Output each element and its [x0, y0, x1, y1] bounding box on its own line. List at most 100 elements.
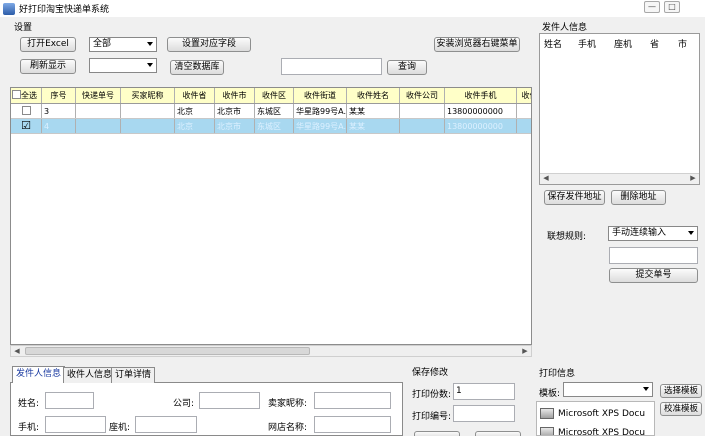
grid-cell[interactable]: 北京市 [215, 119, 255, 133]
print-copies-input[interactable]: 1 [453, 383, 515, 400]
sender-list[interactable]: 姓名 手机 座机 省 市 ◀ ▶ [539, 33, 700, 185]
header-cell[interactable]: 序号 [42, 88, 76, 103]
printer-list[interactable]: Microsoft XPS Docu Microsoft XPS Docu [536, 401, 655, 436]
grid-cell[interactable]: 东城区 [255, 119, 294, 133]
grid-cell[interactable]: 13800000000 [445, 104, 517, 118]
scroll-right-icon[interactable]: ▶ [687, 174, 699, 183]
grid-cell[interactable] [517, 119, 531, 133]
maximize-button[interactable]: □ [664, 1, 680, 13]
row-checkbox[interactable] [11, 104, 42, 118]
sender-col-name[interactable]: 姓名 [544, 37, 562, 50]
grid-cell[interactable]: 北京 [175, 104, 215, 118]
submit-number-button[interactable]: 提交单号 [609, 268, 698, 283]
header-cell[interactable]: 收件公司 [400, 88, 445, 103]
sender-name-label: 姓名: [18, 399, 40, 409]
grid-cell[interactable] [400, 104, 445, 118]
minimize-button[interactable]: — [644, 1, 660, 13]
checkbox-icon [21, 106, 31, 115]
printer-name: Microsoft XPS Docu [558, 408, 646, 419]
data-grid[interactable]: 全选 序号 快递单号 买家昵称 收件省 收件市 收件区 收件街道 收件姓名 收件… [10, 87, 532, 345]
grid-cell[interactable] [517, 104, 531, 118]
open-excel-button[interactable]: 打开Excel [20, 37, 76, 52]
grid-cell[interactable] [121, 119, 175, 133]
save-modify-button[interactable] [414, 431, 460, 436]
save-modify-title: 保存修改 [412, 368, 449, 378]
search-input[interactable] [281, 58, 382, 75]
grid-cell[interactable] [121, 104, 175, 118]
scroll-right-icon[interactable]: ▶ [519, 346, 531, 356]
install-menu-button[interactable]: 安装浏览器右键菜单 [434, 37, 520, 52]
grid-cell[interactable]: 3 [42, 104, 76, 118]
header-cell[interactable]: 收件区 [255, 88, 294, 103]
grid-cell[interactable]: 某某 [347, 104, 400, 118]
association-input[interactable] [609, 247, 698, 264]
scroll-thumb[interactable] [25, 347, 310, 355]
header-cell[interactable]: 收件手机 [445, 88, 517, 103]
sender-mobile-input[interactable] [45, 416, 106, 433]
header-cell[interactable]: 收件街道 [294, 88, 347, 103]
tab-order-detail[interactable]: 订单详情 [111, 367, 156, 383]
header-label: 全选 [21, 91, 37, 100]
sender-company-input[interactable] [199, 392, 260, 409]
seller-nick-input[interactable] [314, 392, 391, 409]
header-cell[interactable]: 收件姓名 [347, 88, 400, 103]
grid-cell[interactable] [76, 119, 121, 133]
sender-phone-input[interactable] [135, 416, 197, 433]
choose-template-button[interactable]: 选择模板 [660, 384, 702, 398]
printer-item[interactable]: Microsoft XPS Docu [540, 427, 645, 435]
chevron-down-icon [688, 231, 694, 235]
header-cell[interactable]: 收件省 [175, 88, 215, 103]
sender-col-phone[interactable]: 座机 [614, 37, 632, 50]
sender-col-mobile[interactable]: 手机 [578, 37, 596, 50]
header-select-all[interactable]: 全选 [11, 88, 42, 103]
refresh-button[interactable]: 刷新显示 [20, 59, 76, 74]
print-number-input[interactable] [453, 405, 515, 422]
calibrate-template-button[interactable]: 校准模板 [660, 402, 702, 416]
association-combo[interactable]: 手动连续输入 [608, 226, 698, 241]
grid-cell[interactable]: 4 [42, 119, 76, 133]
shop-name-label: 网店名称: [268, 423, 308, 433]
delete-sender-button[interactable]: 删除地址 [611, 190, 666, 205]
shop-name-input[interactable] [314, 416, 391, 433]
scroll-left-icon[interactable]: ◀ [11, 346, 23, 356]
grid-cell[interactable]: 北京 [175, 119, 215, 133]
grid-cell[interactable]: 华星路99号A... [294, 119, 347, 133]
grid-cell[interactable]: 某某 [347, 119, 400, 133]
print-button[interactable] [475, 431, 521, 436]
set-fields-button[interactable]: 设置对应字段 [167, 37, 251, 52]
grid-cell[interactable] [400, 119, 445, 133]
sender-name-input[interactable] [45, 392, 94, 409]
chevron-down-icon [147, 63, 153, 67]
association-value: 手动连续输入 [612, 228, 667, 238]
filter-combo[interactable]: 全部 [89, 37, 157, 52]
tab-sender-info[interactable]: 发件人信息 [12, 366, 66, 383]
printer-item[interactable]: Microsoft XPS Docu [540, 408, 645, 419]
grid-cell[interactable]: 华星路99号A... [294, 104, 347, 118]
header-cell[interactable]: 收件 [517, 88, 532, 103]
grid-cell[interactable]: 北京市 [215, 104, 255, 118]
grid-cell[interactable]: 东城区 [255, 104, 294, 118]
grid-horizontal-scrollbar[interactable]: ◀ ▶ [10, 345, 532, 357]
header-cell[interactable]: 买家昵称 [121, 88, 175, 103]
grid-cell[interactable] [76, 104, 121, 118]
table-row-selected[interactable]: ☑ 4 北京 北京市 东城区 华星路99号A... 某某 13800000000 [11, 119, 531, 134]
client-area: 设置 打开Excel 全部 设置对应字段 安装浏览器右键菜单 刷新显示 清空数据… [0, 17, 705, 436]
sender-col-province[interactable]: 省 [650, 37, 659, 50]
sender-col-city[interactable]: 市 [678, 37, 687, 50]
header-cell[interactable]: 快递单号 [76, 88, 121, 103]
sender-list-scrollbar[interactable]: ◀ ▶ [540, 173, 699, 184]
tab-receiver-info[interactable]: 收件人信息 [63, 367, 117, 383]
grid-cell[interactable]: 13800000000 [445, 119, 517, 133]
row-checkbox-checked[interactable]: ☑ [11, 119, 42, 133]
clear-db-button[interactable]: 清空数据库 [170, 60, 224, 75]
search-button[interactable]: 查询 [387, 60, 427, 75]
sender-list-title: 发件人信息 [542, 23, 588, 33]
scroll-left-icon[interactable]: ◀ [540, 174, 552, 183]
header-cell[interactable]: 收件市 [215, 88, 255, 103]
save-sender-button[interactable]: 保存发件地址 [544, 190, 605, 205]
filter-combo-2[interactable] [89, 58, 157, 73]
template-combo[interactable] [563, 382, 653, 397]
table-row[interactable]: 3 北京 北京市 东城区 华星路99号A... 某某 13800000000 [11, 104, 531, 119]
settings-group-label: 设置 [14, 23, 33, 33]
checkmark-icon: ☑ [21, 119, 31, 132]
